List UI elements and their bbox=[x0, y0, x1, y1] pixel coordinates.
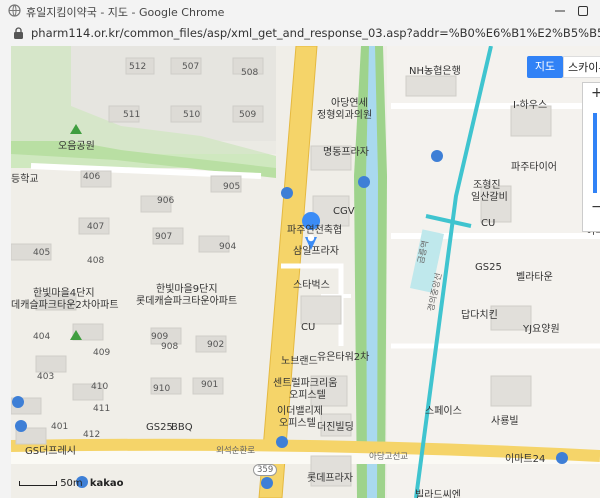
map-scale: 50m kakao bbox=[19, 478, 124, 489]
map-label-villa-way[interactable]: 빌라드씨엔 bbox=[415, 486, 461, 498]
map-view[interactable]: NH농협은행 아당연세 정형외과의원 I-하우스 명동프라자 파주타이어 조형진… bbox=[11, 46, 600, 498]
block-number: 401 bbox=[51, 422, 69, 432]
map-label-villa-town[interactable]: 벨라타운 bbox=[516, 268, 553, 283]
map-label-ihouse[interactable]: I-하우스 bbox=[513, 96, 547, 111]
map-label-lotte-plaza[interactable]: 롯데프라자 bbox=[307, 469, 353, 484]
map-label-samil-plaza[interactable]: 삼일프라자 bbox=[293, 242, 339, 257]
road-number-shield: 359 bbox=[253, 464, 278, 476]
block-number: 511 bbox=[123, 110, 141, 120]
map-label-spaceis[interactable]: 스페이스 bbox=[425, 402, 462, 417]
block-number: 412 bbox=[83, 430, 101, 440]
block-number: 510 bbox=[183, 110, 201, 120]
map-label-hanbit4-2[interactable]: 데캐슬파크타운2차아파트 bbox=[11, 296, 119, 311]
map-label-emart24[interactable]: 이마트24 bbox=[505, 450, 545, 465]
map-label-cu-2[interactable]: CU bbox=[301, 322, 315, 333]
block-number: 410 bbox=[91, 382, 109, 392]
block-number: 509 bbox=[239, 110, 257, 120]
map-label-cu-1[interactable]: CU bbox=[481, 218, 495, 229]
block-number: 408 bbox=[87, 256, 105, 266]
map-label-myeongdong[interactable]: 명동프라자 bbox=[323, 143, 369, 158]
map-label-underpass: 아당고선교 bbox=[369, 452, 409, 462]
block-number: 905 bbox=[223, 182, 241, 192]
block-number: 404 bbox=[33, 332, 51, 342]
title-bar: 휴일지킴이약국 - 지도 - Google Chrome bbox=[0, 0, 600, 22]
block-number: 907 bbox=[155, 232, 173, 242]
map-label-nh-bank[interactable]: NH농협은행 bbox=[409, 62, 461, 77]
map-label-yj[interactable]: YJ요양원 bbox=[523, 320, 560, 335]
block-number: 902 bbox=[207, 340, 225, 350]
kakao-logo[interactable]: kakao bbox=[90, 478, 124, 489]
block-number: 406 bbox=[83, 172, 101, 182]
skyview-button[interactable]: 스카이뷰 bbox=[563, 56, 600, 78]
window-title: 휴일지킴이약국 - 지도 - Google Chrome bbox=[26, 6, 225, 19]
zoom-control[interactable]: + − bbox=[582, 82, 600, 232]
map-type-button[interactable]: 지도 bbox=[527, 56, 563, 78]
scale-label: 50m bbox=[60, 478, 83, 489]
map-label-bbq[interactable]: BBQ bbox=[171, 422, 193, 433]
map-label-hanbit9-2[interactable]: 롯데캐슬파크타운아파트 bbox=[136, 292, 237, 307]
block-number: 403 bbox=[37, 372, 55, 382]
map-label-saryeongbil[interactable]: 사룡빌 bbox=[491, 412, 519, 427]
map-label-school[interactable]: 등학교 bbox=[11, 170, 39, 185]
map-label-idervalley-2[interactable]: 오피스텔 bbox=[279, 414, 316, 429]
map-label-clinic-2[interactable]: 정형외과의원 bbox=[317, 106, 372, 121]
map-label-johyeongjin-2[interactable]: 일산갈비 bbox=[471, 188, 508, 203]
minimize-icon[interactable] bbox=[552, 3, 568, 19]
maximize-icon[interactable] bbox=[575, 3, 591, 19]
block-number: 901 bbox=[201, 380, 219, 390]
block-number: 904 bbox=[219, 242, 237, 252]
block-number: 910 bbox=[153, 384, 171, 394]
lock-icon bbox=[14, 27, 23, 39]
map-label-gs25-2[interactable]: GS25 bbox=[146, 422, 173, 433]
map-label-yueun2[interactable]: 유은타워2차 bbox=[317, 348, 369, 363]
map-label-gs-express[interactable]: GS더프레시 bbox=[25, 442, 76, 457]
block-number: 512 bbox=[129, 62, 147, 72]
map-label-ohum-park[interactable]: 오음공원 bbox=[58, 137, 95, 152]
zoom-in-button[interactable]: + bbox=[591, 85, 600, 101]
map-label-central-2[interactable]: 오피스텔 bbox=[289, 386, 326, 401]
zoom-out-button[interactable]: − bbox=[591, 199, 600, 215]
map-label-wonjeong: 외석순환로 bbox=[216, 446, 256, 456]
map-label-starbucks[interactable]: 스타벅스 bbox=[293, 276, 330, 291]
map-label-northland[interactable]: 노브랜드 bbox=[281, 352, 318, 367]
block-number: 908 bbox=[161, 342, 179, 352]
page-favicon-icon bbox=[8, 4, 21, 17]
block-number: 909 bbox=[151, 332, 169, 342]
block-number: 906 bbox=[157, 196, 175, 206]
url-text[interactable]: pharm114.or.kr/common_files/asp/xml_get_… bbox=[31, 26, 600, 40]
map-label-deojin[interactable]: 더진빌딩 bbox=[317, 418, 354, 433]
map-label-paju-union[interactable]: 파주연천축협 bbox=[287, 221, 342, 236]
browser-window: 휴일지킴이약국 - 지도 - Google Chrome pharm114.or… bbox=[0, 0, 600, 498]
map-label-gs25-1[interactable]: GS25 bbox=[475, 262, 502, 273]
map-label-dap[interactable]: 답다치킨 bbox=[461, 306, 498, 321]
block-number: 508 bbox=[241, 68, 259, 78]
map-label-cgv[interactable]: CGV bbox=[333, 206, 355, 217]
block-number: 411 bbox=[93, 404, 111, 414]
address-bar[interactable]: pharm114.or.kr/common_files/asp/xml_get_… bbox=[0, 22, 600, 44]
block-number: 507 bbox=[182, 62, 200, 72]
block-number: 407 bbox=[87, 222, 105, 232]
zoom-slider-track[interactable] bbox=[593, 113, 597, 193]
map-label-pajutire[interactable]: 파주타이어 bbox=[511, 158, 557, 173]
block-number: 409 bbox=[93, 348, 111, 358]
block-number: 405 bbox=[33, 248, 51, 258]
